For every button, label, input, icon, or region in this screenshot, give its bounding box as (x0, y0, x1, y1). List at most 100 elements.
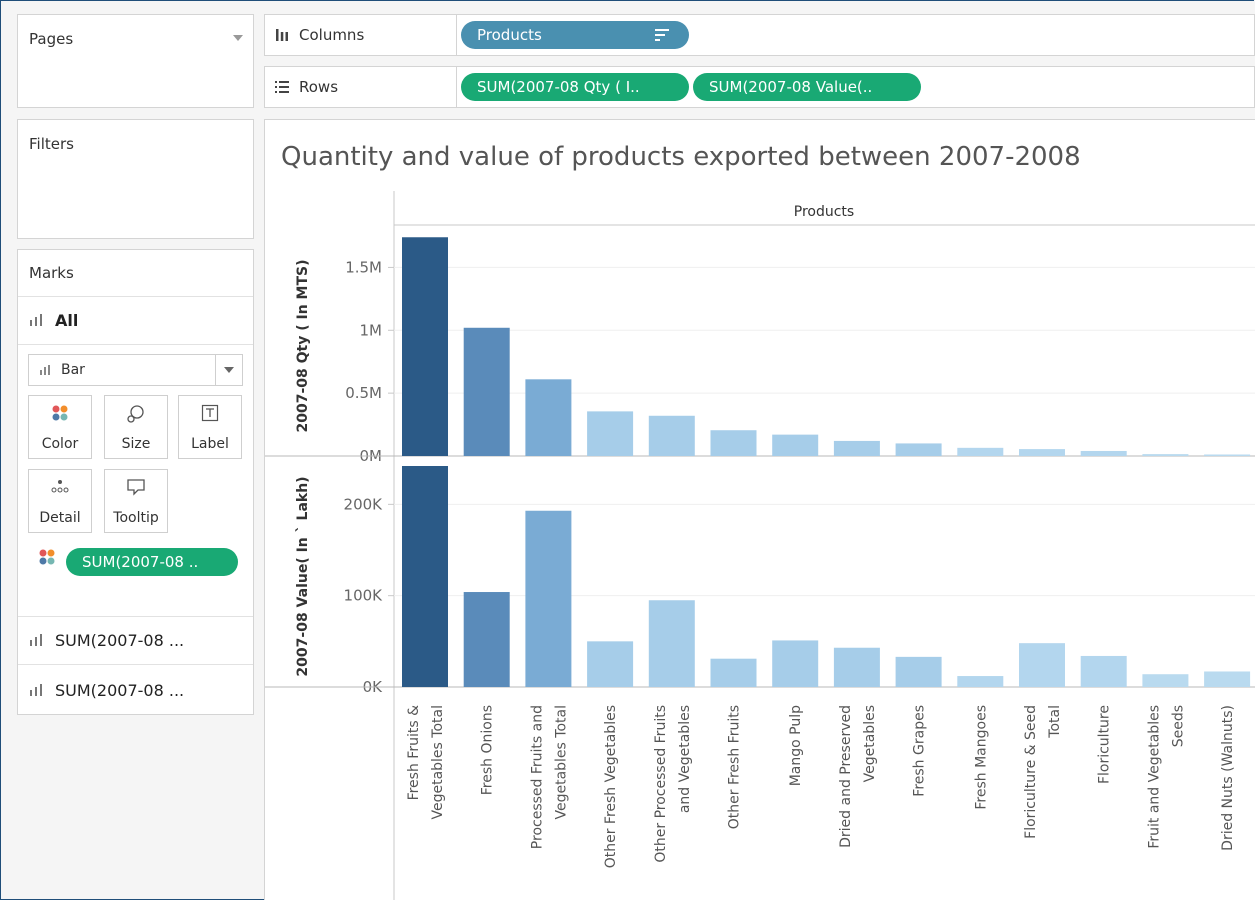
bar (1204, 671, 1251, 687)
x-tick-label-line: and Vegetables (677, 705, 693, 813)
bar (957, 676, 1004, 687)
x-tick-label: Mango Pulp (788, 705, 804, 786)
columns-icon (276, 29, 288, 41)
color-icon (29, 404, 91, 422)
x-tick-label-line: Vegetables Total (553, 705, 569, 820)
color-label: Color (41, 436, 79, 452)
columns-shelf-label: Columns (265, 15, 457, 55)
x-tick-label: Processed Fruits and Vegetables Total (529, 705, 569, 849)
chevron-down-icon (224, 367, 234, 373)
bar (895, 656, 942, 687)
pages-card: Pages (17, 14, 254, 108)
label-button[interactable]: Label (178, 395, 242, 459)
x-tick-label: Other Processed Fruits and Vegetables (653, 705, 693, 863)
marks-card: Marks All Bar Color Size Label Detail To… (17, 249, 254, 715)
filters-title: Filters (29, 135, 74, 153)
x-tick-label-line: Dried Nuts (Walnuts) (1220, 705, 1236, 851)
sort-descending-icon[interactable] (655, 29, 669, 41)
bar (587, 641, 634, 687)
view-title: Quantity and value of products exported … (281, 142, 1081, 172)
color-icon (39, 549, 55, 565)
bar (463, 327, 510, 456)
bar-chart-icon (30, 684, 42, 696)
x-tick-label: Fresh Fruits & Vegetables Total (406, 705, 446, 820)
bar (587, 411, 634, 456)
bar (402, 466, 448, 687)
bar (1019, 643, 1065, 687)
bar (710, 658, 757, 687)
marks-all-row[interactable]: All (29, 308, 78, 332)
x-tick-label: Fresh Grapes (912, 705, 928, 797)
rows-shelf-label: Rows (265, 67, 457, 107)
pages-dropdown-icon[interactable] (233, 35, 243, 41)
bar-chart-icon (30, 634, 42, 646)
marks-title: Marks (29, 264, 74, 282)
bar (772, 434, 819, 456)
marks-sub-card-label: SUM(2007-08 ... (55, 680, 185, 700)
filters-card[interactable]: Filters (17, 119, 254, 239)
bar (463, 592, 510, 687)
dropdown-arrow (215, 355, 242, 385)
tooltip-button[interactable]: Tooltip (104, 469, 168, 533)
x-tick-label-line: Processed Fruits and (529, 705, 545, 849)
y-tick-label: 1.5M (345, 258, 382, 276)
x-tick-label-line: Fruit and Vegetables (1146, 705, 1162, 849)
x-tick-label: Dried and Preserved Vegetables (838, 705, 878, 848)
x-tick-label: Other Fresh Fruits (727, 705, 743, 829)
pages-title: Pages (29, 30, 74, 48)
x-tick-label-line: Other Fresh Vegetables (603, 705, 619, 868)
detail-button[interactable]: Detail (28, 469, 92, 533)
bar (833, 440, 880, 456)
label-label: Label (191, 436, 229, 452)
y-tick-label: 1M (360, 321, 383, 339)
rows-label: Rows (299, 78, 339, 96)
x-tick-label-line: Vegetables Total (430, 705, 446, 820)
x-tick-label: Fresh Mangoes (973, 705, 989, 810)
x-tick-label-line: Fresh Fruits & (406, 705, 422, 800)
bar-chart-icon (40, 365, 50, 375)
bar (1204, 454, 1251, 456)
bar (525, 510, 572, 687)
bar-chart-icon (30, 314, 42, 326)
bar (1080, 655, 1127, 687)
columns-shelf[interactable]: Columns Products (264, 14, 1255, 56)
x-tick-label-line: Fresh Grapes (912, 705, 928, 797)
x-tick-label-line: Dried and Preserved (838, 705, 854, 848)
color-button[interactable]: Color (28, 395, 92, 459)
x-tick-label-line: Other Fresh Fruits (727, 705, 743, 829)
bar (895, 443, 942, 456)
detail-icon (29, 478, 91, 494)
qty-row-pill[interactable]: SUM(2007-08 Qty ( I.. (461, 73, 689, 101)
x-tick-label-line: Other Processed Fruits (653, 705, 669, 863)
chart: Products0M0.5M1M1.5M2007-08 Qty ( In MTS… (265, 191, 1255, 900)
text-label-icon (179, 404, 241, 422)
rows-shelf[interactable]: Rows SUM(2007-08 Qty ( I.. SUM(2007-08 V… (264, 66, 1255, 108)
x-tick-label: Floriculture & Seed Total (1023, 705, 1063, 839)
bar (1019, 449, 1065, 456)
mark-type-select[interactable]: Bar (28, 354, 243, 386)
bar (648, 415, 695, 456)
divider (18, 296, 253, 297)
bar (1142, 674, 1189, 687)
bar (1142, 454, 1189, 456)
view-area: Quantity and value of products exported … (264, 119, 1255, 900)
products-column-pill[interactable]: Products (461, 21, 689, 49)
color-field-pill[interactable]: SUM(2007-08 .. (66, 548, 238, 576)
size-label: Size (121, 436, 151, 452)
marks-sub-card-1[interactable]: SUM(2007-08 ... (29, 616, 184, 664)
x-tick-label-line: Fresh Mangoes (973, 705, 989, 810)
x-tick-label-line: Mango Pulp (788, 705, 804, 786)
columns-label: Columns (299, 26, 365, 44)
divider (18, 664, 253, 665)
color-field-row (38, 548, 56, 566)
marks-sub-card-label: SUM(2007-08 ... (55, 630, 185, 650)
bar (648, 600, 695, 687)
marks-sub-card-2[interactable]: SUM(2007-08 ... (29, 666, 184, 714)
divider (18, 344, 253, 345)
x-tick-label-line: Floriculture & Seed (1023, 705, 1039, 839)
value-row-pill[interactable]: SUM(2007-08 Value(.. (693, 73, 921, 101)
bar (710, 430, 757, 456)
column-header: Products (794, 204, 854, 220)
mark-type-value: Bar (61, 362, 85, 378)
size-button[interactable]: Size (104, 395, 168, 459)
